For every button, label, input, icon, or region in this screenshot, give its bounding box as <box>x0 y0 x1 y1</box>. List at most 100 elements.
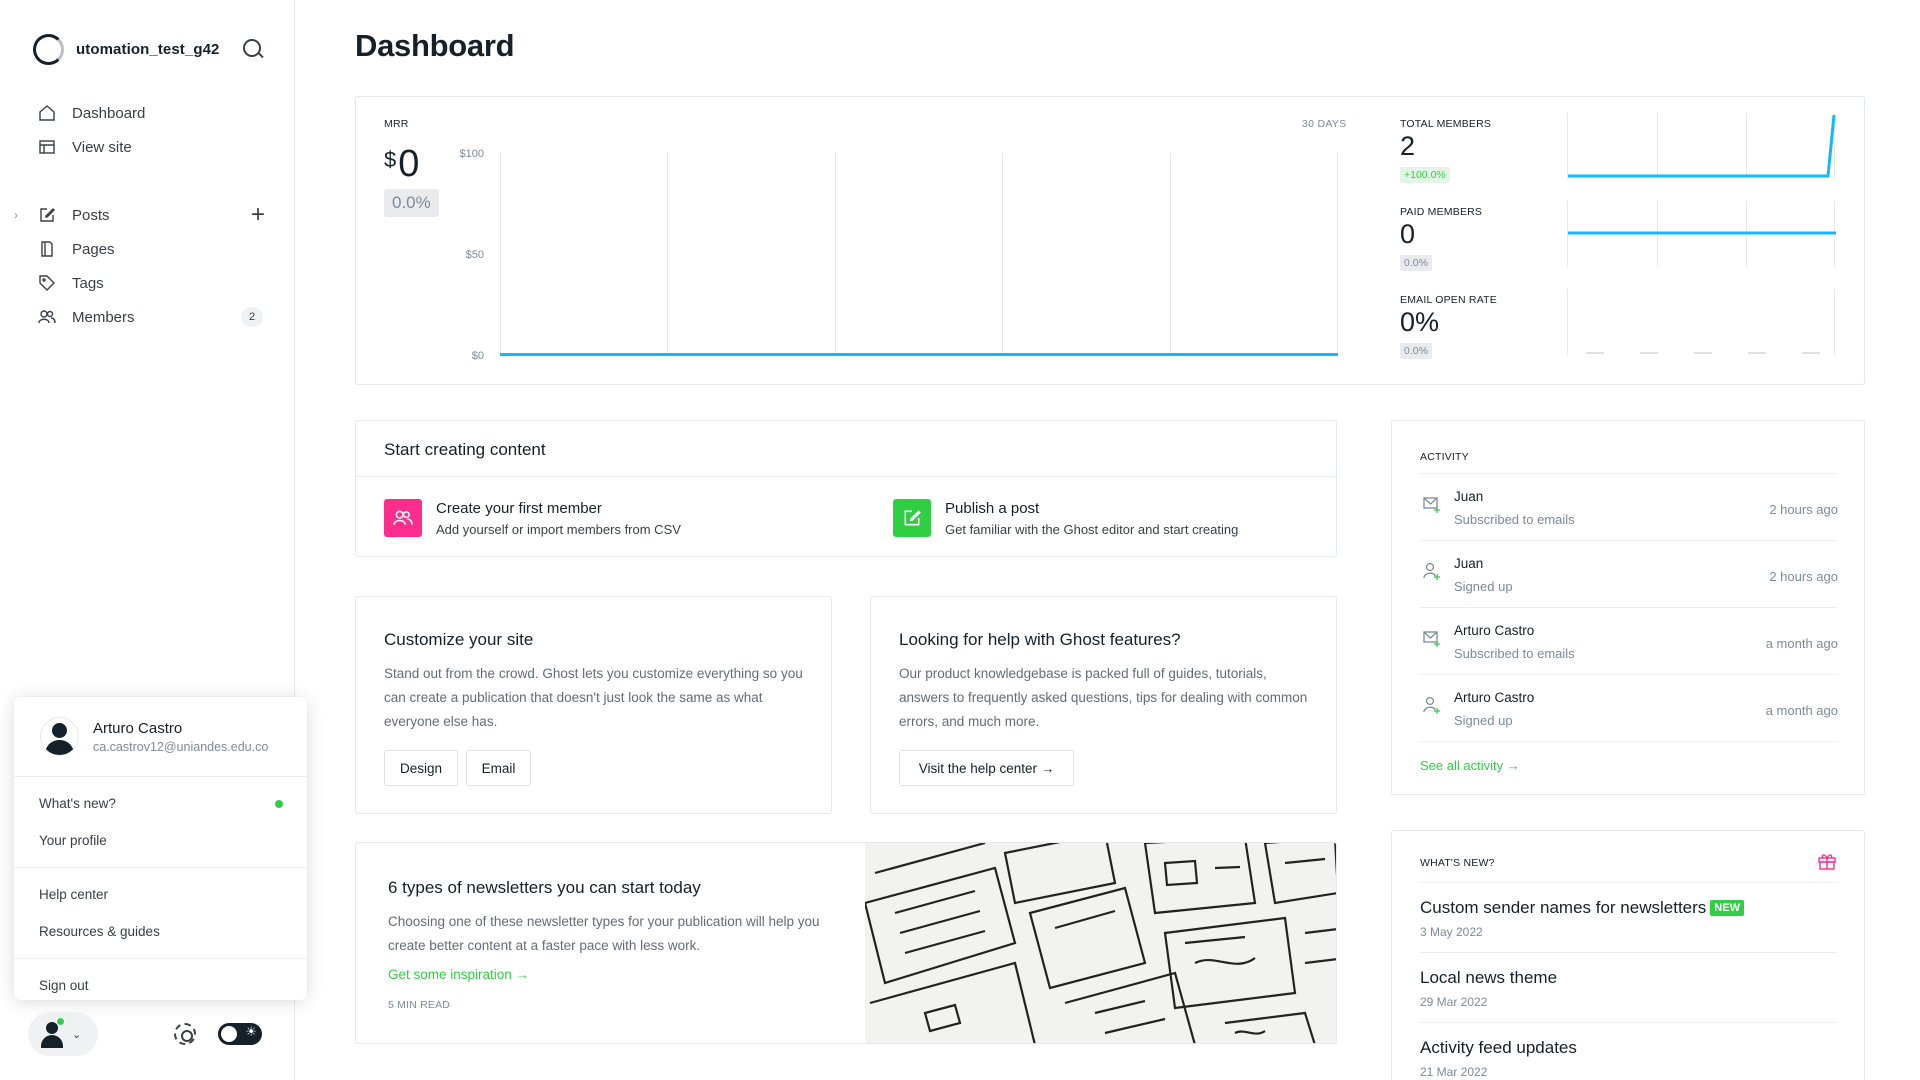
gridline <box>500 153 501 356</box>
members-icon <box>384 499 422 537</box>
user-name: Arturo Castro <box>93 719 183 737</box>
list-item[interactable]: Arturo Castro Signed up a month ago <box>1420 675 1838 742</box>
article-link[interactable]: Get some inspiration → <box>388 967 529 982</box>
list-item[interactable]: Juan Subscribed to emails 2 hours ago <box>1420 474 1838 541</box>
mrr-chart[interactable] <box>500 153 1338 356</box>
members-icon <box>38 308 56 326</box>
gridline <box>835 153 836 356</box>
menu-item-label: Help center <box>39 887 109 902</box>
stat-label: EMAIL OPEN RATE <box>1400 294 1497 306</box>
whats-new-date: 21 Mar 2022 <box>1420 1065 1488 1079</box>
whats-new-title-text: Custom sender names for newsletters <box>1420 898 1707 917</box>
user-menu-group: Sign out <box>14 959 307 1012</box>
gridline <box>1170 153 1171 356</box>
menu-item-help-center[interactable]: Help center <box>14 876 307 913</box>
list-item[interactable]: Local news theme 29 Mar 2022 <box>1420 953 1838 1023</box>
period-label[interactable]: 30 DAYS <box>1302 118 1347 130</box>
tag-icon <box>38 274 56 292</box>
email-subscribe-icon <box>1422 494 1442 514</box>
newsletter-article-card[interactable]: 6 types of newsletters you can start tod… <box>355 842 1337 1044</box>
stat-change-badge: 0.0% <box>1400 343 1432 359</box>
new-post-plus-icon[interactable]: + <box>251 201 265 229</box>
activity-time: a month ago <box>1765 703 1838 718</box>
sparkline-flat-line <box>1568 231 1836 235</box>
activity-desc: Subscribed to emails <box>1454 512 1575 527</box>
menu-item-your-profile[interactable]: Your profile <box>14 822 307 859</box>
design-button[interactable]: Design <box>384 750 458 786</box>
help-card: Looking for help with Ghost features? Ou… <box>870 596 1337 814</box>
currency-symbol: $ <box>384 147 397 172</box>
activity-name[interactable]: Arturo Castro <box>1454 623 1534 638</box>
card-title: ACTIVITY <box>1420 451 1469 463</box>
nav-item-dashboard[interactable]: Dashboard <box>0 96 295 130</box>
card-title: Looking for help with Ghost features? <box>899 630 1181 649</box>
article-title: 6 types of newsletters you can start tod… <box>388 878 701 897</box>
whats-new-card: WHAT'S NEW? Custom sender names for news… <box>1391 830 1865 1080</box>
card-body: Our product knowledgebase is packed full… <box>899 666 1308 729</box>
nav-item-posts[interactable]: › Posts + <box>0 198 295 232</box>
list-item[interactable]: Arturo Castro Subscribed to emails a mon… <box>1420 608 1838 675</box>
stat-paid-members[interactable]: PAID MEMBERS 0 0.0% <box>1400 201 1836 276</box>
activity-name[interactable]: Juan <box>1454 556 1483 571</box>
gridline <box>1337 153 1338 356</box>
site-header: utomation_test_g42 <box>33 33 264 65</box>
nav-item-members[interactable]: Members 2 <box>0 300 295 334</box>
activity-time: a month ago <box>1765 636 1838 651</box>
create-item-subtitle: Add yourself or import members from CSV <box>436 522 681 537</box>
nav-item-view-site[interactable]: View site <box>0 130 295 164</box>
nav-item-pages[interactable]: Pages <box>0 232 295 266</box>
stat-total-members[interactable]: TOTAL MEMBERS 2 +100.0% <box>1400 113 1836 188</box>
visit-help-center-button[interactable]: Visit the help center → <box>899 750 1074 786</box>
activity-name[interactable]: Arturo Castro <box>1454 690 1534 705</box>
chevron-down-icon: ⌄ <box>72 1028 82 1041</box>
menu-item-sign-out[interactable]: Sign out <box>14 967 307 1004</box>
avatar <box>40 717 79 756</box>
menu-item-whats-new[interactable]: What's new? <box>14 785 307 822</box>
whats-new-list: Custom sender names for newsletters NEW 3… <box>1420 882 1838 1080</box>
list-item[interactable]: Activity feed updates 21 Mar 2022 <box>1420 1023 1838 1080</box>
create-member-item[interactable]: Create your first member Add yourself or… <box>384 499 681 537</box>
list-item[interactable]: Custom sender names for newsletters NEW 3… <box>1420 883 1838 953</box>
activity-card: ACTIVITY Juan Subscribed to emails 2 hou… <box>1391 420 1865 795</box>
search-icon[interactable] <box>242 38 264 60</box>
stat-label: PAID MEMBERS <box>1400 206 1483 218</box>
whats-new-title: Activity feed updates <box>1420 1038 1577 1057</box>
nav-item-label: Tags <box>72 274 104 292</box>
create-item-title: Publish a post <box>945 500 1040 517</box>
edit-icon <box>38 206 56 224</box>
site-logo-icon[interactable] <box>33 33 64 65</box>
page-title: Dashboard <box>355 28 515 63</box>
whats-new-date: 29 Mar 2022 <box>1420 995 1488 1009</box>
gift-icon <box>1817 851 1837 871</box>
nav-item-label: Dashboard <box>72 104 146 122</box>
members-count-badge: 2 <box>241 307 263 327</box>
email-button[interactable]: Email <box>466 750 531 786</box>
expand-caret-icon[interactable]: › <box>14 208 18 222</box>
user-menu-button[interactable]: ⌄ <box>28 1012 98 1056</box>
list-item[interactable]: Juan Signed up 2 hours ago <box>1420 541 1838 608</box>
site-name[interactable]: utomation_test_g42 <box>76 41 242 58</box>
user-menu-group: What's new? Your profile <box>14 777 307 868</box>
gear-icon[interactable] <box>174 1023 196 1045</box>
read-time: 5 MIN READ <box>388 999 451 1011</box>
sparkline-paid-members <box>1567 201 1836 267</box>
menu-item-resources[interactable]: Resources & guides <box>14 913 307 950</box>
publish-post-item[interactable]: Publish a post Get familiar with the Gho… <box>893 499 1238 537</box>
mrr-amount: 0 <box>398 143 420 185</box>
nav-item-label: View site <box>72 138 132 156</box>
activity-name[interactable]: Juan <box>1454 489 1483 504</box>
sparkline-up-line <box>1568 114 1836 178</box>
user-menu-group: Help center Resources & guides <box>14 868 307 959</box>
see-all-activity-link[interactable]: See all activity → <box>1420 758 1520 773</box>
nav-item-tags[interactable]: Tags <box>0 266 295 300</box>
card-title: Customize your site <box>384 630 534 649</box>
gridline <box>1002 153 1003 356</box>
main-content: Dashboard MRR $0 0.0% 30 DAYS $100 $50 $… <box>296 0 1920 1080</box>
menu-item-label: Sign out <box>39 978 89 993</box>
activity-time: 2 hours ago <box>1769 502 1838 517</box>
sparkline-total-members <box>1567 113 1836 179</box>
stat-value: 2 <box>1400 131 1416 161</box>
start-creating-card: Start creating content Create your first… <box>355 420 1337 557</box>
stat-email-open-rate[interactable]: EMAIL OPEN RATE 0% 0.0% <box>1400 289 1835 364</box>
dark-mode-toggle[interactable] <box>218 1023 262 1045</box>
